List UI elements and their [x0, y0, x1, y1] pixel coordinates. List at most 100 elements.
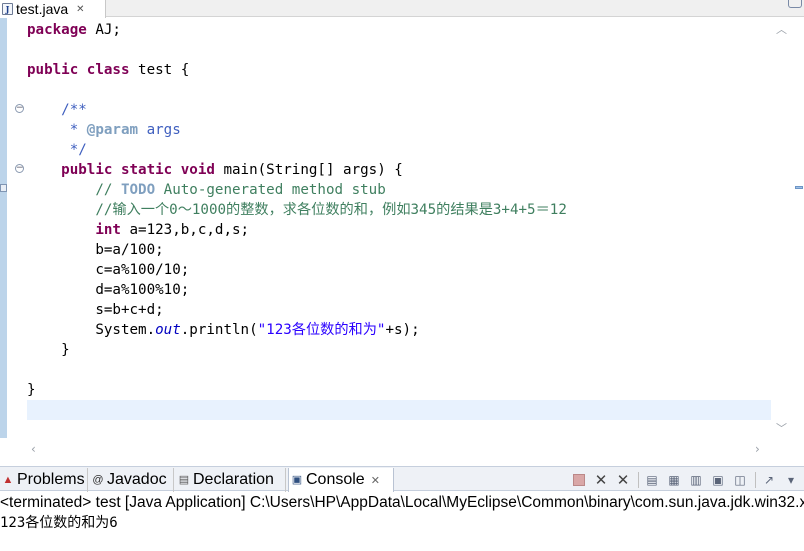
code-line[interactable]: int a=123,b,c,d,s;	[27, 220, 249, 240]
open-console-icon[interactable]: ◫	[731, 471, 749, 489]
code-token: a=123,b,c,d,s;	[120, 222, 250, 238]
code-token: */	[27, 142, 87, 158]
fold-toggle-icon[interactable]: −	[15, 104, 24, 113]
view-tab-bar: ▲ Problems @ Javadoc ▤ Declaration ▣ Con…	[0, 466, 804, 492]
code-token: class	[86, 62, 130, 78]
code-editor[interactable]: − − package AJ; public class test { /** *…	[0, 18, 804, 463]
console-output-line[interactable]: 123各位数的和为6	[0, 513, 118, 533]
tab-console[interactable]: ▣ Console ✕	[288, 468, 394, 492]
tab-declaration-label: Declaration	[193, 471, 274, 488]
code-token: +s);	[385, 322, 420, 338]
remove-launch-icon[interactable]: ✕	[592, 471, 610, 489]
clear-console-icon[interactable]: ▤	[643, 471, 661, 489]
code-token: main(String[] args) {	[214, 162, 403, 178]
code-token: static	[120, 162, 173, 178]
code-line[interactable]: package AJ;	[27, 20, 121, 40]
toolbar-separator	[638, 472, 639, 488]
tab-console-label: Console	[306, 471, 365, 488]
line-ruler: − −	[7, 18, 25, 438]
code-line[interactable]: public class test {	[27, 60, 189, 80]
overview-marker[interactable]	[795, 186, 803, 189]
code-text[interactable]: package AJ; public class test { /** * @pa…	[27, 18, 771, 438]
java-file-icon: J	[2, 3, 13, 15]
code-token: //	[27, 182, 121, 198]
toolbar-separator	[755, 472, 756, 488]
code-line[interactable]: c=a%100/10;	[27, 260, 189, 280]
tab-declaration[interactable]: ▤ Declaration	[176, 468, 286, 492]
remove-all-icon[interactable]: ✕	[614, 471, 632, 489]
code-token: c=a%100/10;	[27, 262, 190, 278]
code-token: AJ;	[86, 22, 121, 38]
declaration-icon: ▤	[178, 474, 190, 486]
code-token: public	[61, 162, 113, 178]
scroll-down-icon[interactable]: ﹀	[776, 420, 787, 436]
console-status-line: <terminated> test [Java Application] C:\…	[0, 494, 804, 511]
minimize-icon[interactable]	[788, 0, 802, 8]
code-line[interactable]: */	[27, 140, 87, 160]
code-token: @param	[86, 122, 139, 138]
code-line[interactable]: //输入一个0～1000的整数，求各位数的和，例如345的结果是3+4+5＝12	[27, 200, 567, 220]
code-token: *	[27, 122, 87, 138]
close-icon[interactable]: ✕	[371, 474, 380, 487]
console-icon: ▣	[291, 474, 303, 486]
code-token: .println(	[180, 322, 258, 338]
code-token: //输入一个0～1000的整数，求各位数的和，例如345的结果是3+4+5＝12	[27, 202, 567, 218]
code-line[interactable]: System.out.println("123各位数的和为"+s);	[27, 320, 420, 340]
code-token: }	[27, 382, 36, 398]
code-line[interactable]: // TODO Auto-generated method stub	[27, 180, 386, 200]
code-token: System.	[27, 322, 156, 338]
javadoc-icon: @	[92, 474, 104, 486]
code-line[interactable]: b=a/100;	[27, 240, 164, 260]
code-line[interactable]: * @param args	[27, 120, 181, 140]
code-token: /**	[27, 102, 87, 118]
console-toolbar: ✕ ✕ ▤ ▦ ▥ ▣ ◫ ↗ ▾	[567, 470, 800, 490]
code-token: void	[180, 162, 215, 178]
horizontal-scrollbar[interactable]: ‹ ›	[27, 441, 771, 459]
code-token: args	[138, 122, 181, 138]
vertical-scrollbar[interactable]: ︿ ﹀	[771, 18, 793, 438]
new-console-icon[interactable]: ↗	[760, 471, 778, 489]
pin-console-icon[interactable]: ▥	[687, 471, 705, 489]
terminate-icon[interactable]	[573, 474, 585, 486]
tab-problems[interactable]: ▲ Problems	[0, 468, 88, 492]
editor-tab-test-java[interactable]: J test.java ✕	[0, 0, 106, 18]
code-token: public	[27, 62, 79, 78]
console-view: ▲ Problems @ Javadoc ▤ Declaration ▣ Con…	[0, 466, 804, 551]
tab-problems-label: Problems	[17, 471, 85, 488]
code-token: test {	[129, 62, 190, 78]
scroll-lock-icon[interactable]: ▦	[665, 471, 683, 489]
code-line[interactable]: }	[27, 340, 70, 360]
code-token: int	[95, 222, 121, 238]
code-token: d=a%100%10;	[27, 282, 190, 298]
tab-javadoc-label: Javadoc	[107, 471, 167, 488]
code-token: b=a/100;	[27, 242, 164, 258]
overview-ruler	[794, 18, 804, 438]
problems-icon: ▲	[2, 474, 14, 486]
scroll-left-icon[interactable]: ‹	[31, 442, 36, 456]
code-token: }	[27, 342, 70, 358]
close-icon[interactable]: ✕	[76, 4, 84, 15]
fold-toggle-icon[interactable]: −	[15, 164, 24, 173]
scroll-right-icon[interactable]: ›	[755, 442, 760, 456]
tab-javadoc[interactable]: @ Javadoc	[90, 468, 174, 492]
left-annotation-bar	[0, 18, 7, 438]
code-line[interactable]: /**	[27, 100, 87, 120]
view-menu-icon[interactable]: ▾	[782, 471, 800, 489]
editor-tab-bar: J test.java ✕	[0, 0, 804, 18]
code-line[interactable]: s=b+c+d;	[27, 300, 164, 320]
code-token: Auto-generated method stub	[155, 182, 386, 198]
scroll-up-icon[interactable]: ︿	[776, 21, 787, 37]
annotation-marker	[0, 184, 7, 192]
display-console-icon[interactable]: ▣	[709, 471, 727, 489]
code-token: out	[155, 322, 181, 338]
code-token: package	[27, 22, 87, 38]
code-token: TODO	[120, 182, 156, 198]
code-token: s=b+c+d;	[27, 302, 164, 318]
code-line[interactable]: d=a%100%10;	[27, 280, 189, 300]
code-line[interactable]: public static void main(String[] args) {	[27, 160, 403, 180]
code-line[interactable]: }	[27, 380, 36, 400]
